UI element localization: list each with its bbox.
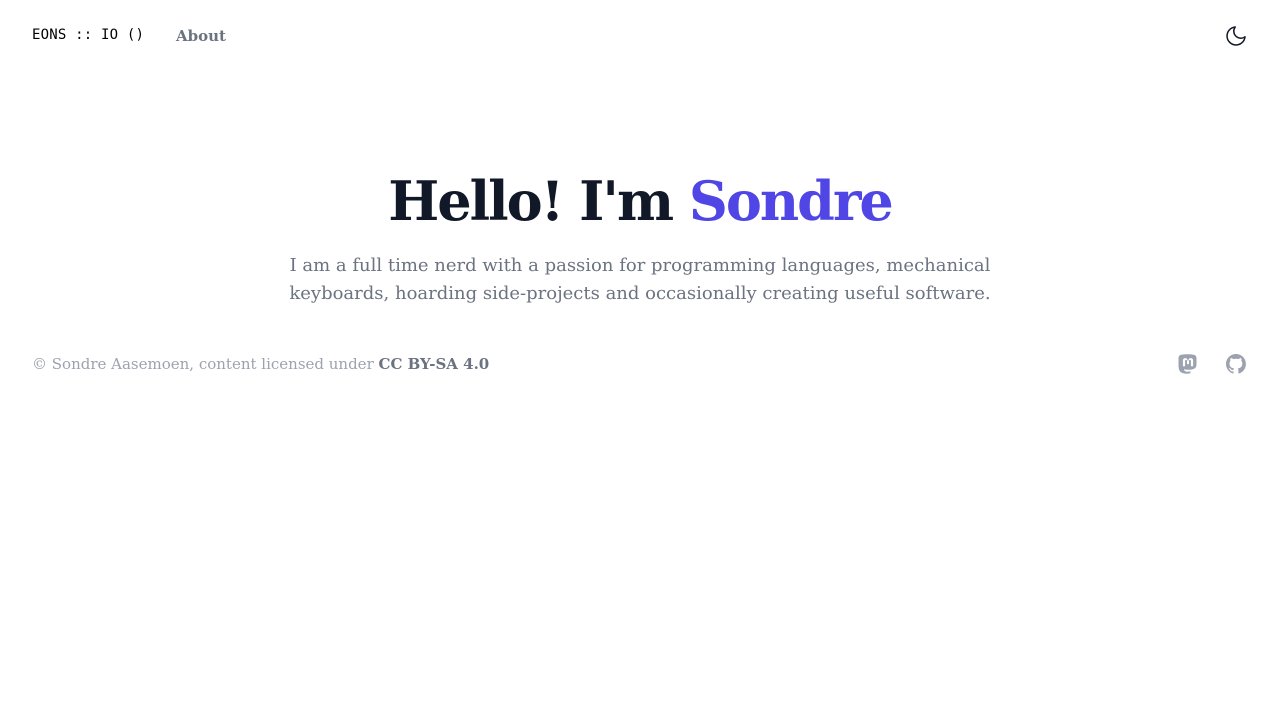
copyright-text: © Sondre Aasemoen, content licensed unde… (32, 355, 379, 373)
github-link[interactable] (1224, 352, 1248, 376)
theme-toggle-button[interactable] (1224, 24, 1248, 48)
hero-title: Hello! I'm Sondre (0, 166, 1280, 236)
nav-link-about[interactable]: About (176, 27, 226, 45)
github-icon (1226, 354, 1246, 374)
hero-section: Hello! I'm Sondre I am a full time nerd … (0, 166, 1280, 308)
mastodon-link[interactable] (1176, 352, 1200, 376)
copyright-notice: © Sondre Aasemoen, content licensed unde… (32, 355, 489, 373)
hero-subtitle: I am a full time nerd with a passion for… (289, 255, 991, 304)
hero-title-greeting: Hello! I'm (388, 169, 689, 233)
site-brand-link[interactable]: EONS :: IO () (32, 27, 144, 43)
hero-title-name: Sondre (688, 169, 894, 233)
moon-icon (1226, 26, 1246, 46)
license-link[interactable]: CC BY-SA 4.0 (379, 355, 490, 373)
mastodon-icon (1178, 354, 1197, 374)
site-footer: © Sondre Aasemoen, content licensed unde… (0, 350, 1280, 382)
site-header: EONS :: IO () About (0, 0, 1280, 74)
